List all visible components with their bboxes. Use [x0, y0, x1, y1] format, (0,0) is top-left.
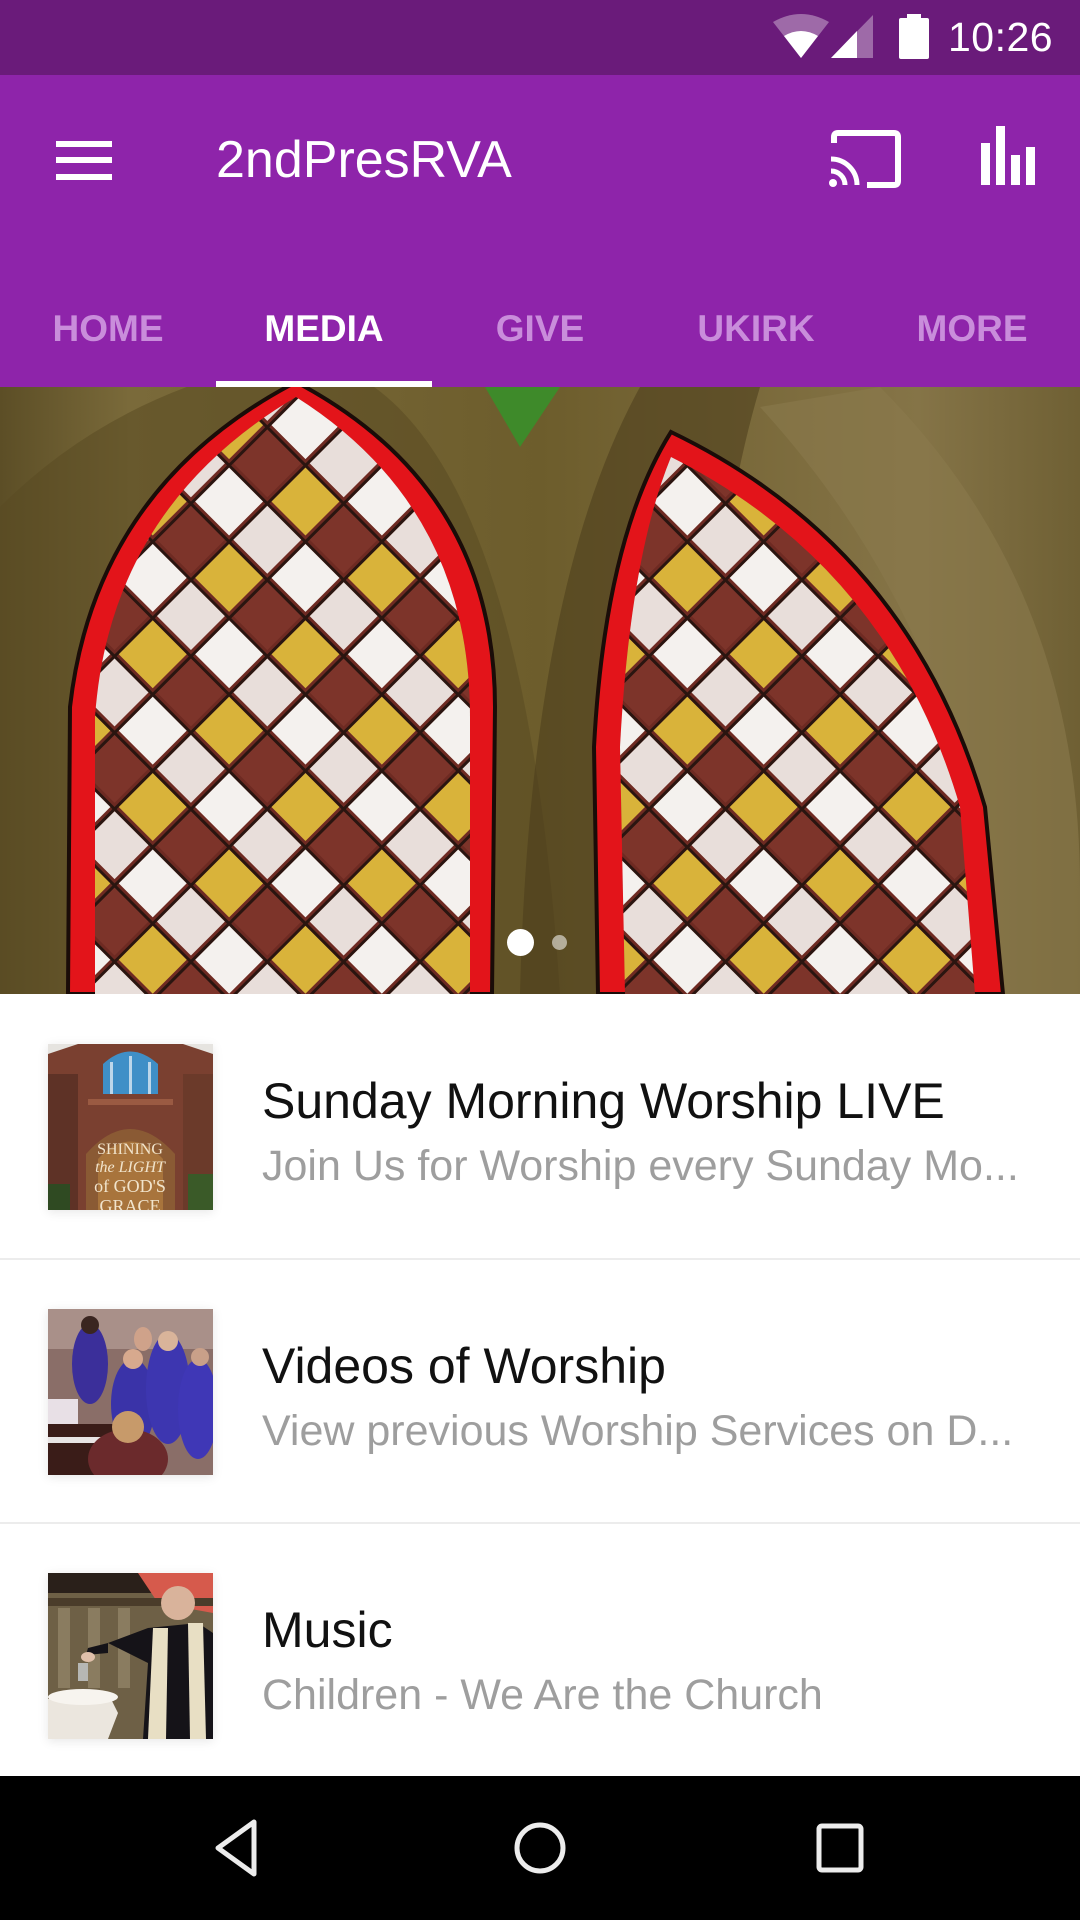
system-nav-bar	[0, 1776, 1080, 1920]
stained-glass-image	[0, 387, 1080, 994]
app-title: 2ndPresRVA	[216, 131, 512, 189]
home-icon	[514, 1822, 566, 1874]
svg-text:the LIGHT: the LIGHT	[95, 1159, 166, 1176]
item-subtitle: Join Us for Worship every Sunday Mo...	[262, 1142, 1019, 1190]
item-title: Music	[262, 1602, 393, 1658]
media-list-item[interactable]: SHINING the LIGHT of GOD'S GRACE Sunday …	[0, 994, 1080, 1259]
thumbnail-church-facade: SHINING the LIGHT of GOD'S GRACE	[48, 1044, 213, 1210]
tab-bar: HOME MEDIA GIVE UKIRK MORE	[0, 270, 1080, 387]
carousel-dot[interactable]	[552, 935, 567, 950]
back-button[interactable]	[178, 1798, 298, 1898]
status-time: 10:26	[948, 14, 1054, 60]
tab-home[interactable]: HOME	[0, 270, 216, 387]
thumbnail-baptism-font	[48, 1573, 213, 1739]
media-list-item[interactable]: Music Children - We Are the Church	[0, 1524, 1080, 1776]
item-title: Videos of Worship	[262, 1338, 666, 1394]
recents-icon	[816, 1823, 864, 1873]
item-subtitle: View previous Worship Services on D...	[262, 1407, 1014, 1455]
item-title: Sunday Morning Worship LIVE	[262, 1073, 945, 1129]
cast-icon	[829, 130, 901, 188]
bar-chart-icon	[981, 126, 1035, 185]
carousel-dot-active[interactable]	[507, 929, 534, 956]
recents-button[interactable]	[780, 1798, 900, 1898]
thumbnail-caption: SHINING	[97, 1141, 163, 1158]
media-list-item[interactable]: Videos of Worship View previous Worship …	[0, 1260, 1080, 1523]
svg-text:GRACE: GRACE	[99, 1196, 160, 1210]
hero-carousel[interactable]	[0, 387, 1080, 994]
tab-more[interactable]: MORE	[864, 270, 1080, 387]
item-subtitle: Children - We Are the Church	[262, 1671, 823, 1719]
app-bar: 2ndPresRVA HOME MEDIA GIVE UKIRK MORE	[0, 75, 1080, 387]
cell-signal-icon	[831, 15, 873, 58]
home-button[interactable]	[480, 1798, 600, 1898]
tab-give[interactable]: GIVE	[432, 270, 648, 387]
battery-icon	[899, 14, 929, 59]
stats-button[interactable]	[964, 115, 1052, 203]
status-bar: 10:26	[0, 0, 1080, 75]
tab-ukirk[interactable]: UKIRK	[648, 270, 864, 387]
wifi-icon	[773, 14, 829, 58]
tab-media[interactable]: MEDIA	[216, 270, 432, 387]
menu-button[interactable]	[40, 117, 128, 197]
svg-text:of GOD'S: of GOD'S	[94, 1176, 166, 1196]
thumbnail-childrens-choir	[48, 1309, 213, 1475]
cast-button[interactable]	[816, 115, 912, 203]
back-icon	[215, 1819, 257, 1877]
